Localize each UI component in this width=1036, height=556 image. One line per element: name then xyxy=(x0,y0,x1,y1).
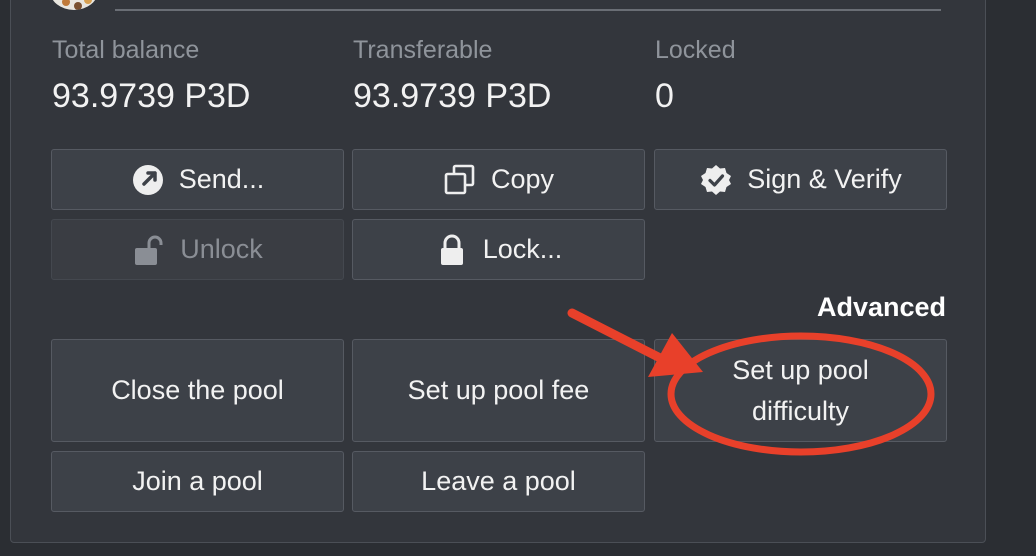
advanced-heading: Advanced xyxy=(816,292,946,322)
transferable-balance: Transferable 93.9739 P3D xyxy=(353,36,552,116)
locked-balance: Locked 0 xyxy=(655,36,736,116)
unlock-button[interactable]: Unlock xyxy=(51,219,344,280)
unlock-icon xyxy=(132,233,166,267)
lock-icon xyxy=(435,233,469,267)
pool-fee-label: Set up pool fee xyxy=(407,375,590,405)
pool-difficulty-button[interactable]: Set up pool difficulty xyxy=(654,339,947,442)
verified-badge-icon xyxy=(699,163,733,197)
total-balance: Total balance 93.9739 P3D xyxy=(52,36,251,116)
join-pool-label: Join a pool xyxy=(132,466,263,496)
total-balance-value: 93.9739 P3D xyxy=(52,77,251,115)
close-pool-label: Close the pool xyxy=(111,375,284,405)
send-button[interactable]: Send... xyxy=(51,149,344,210)
send-label: Send... xyxy=(178,164,265,194)
locked-label: Locked xyxy=(655,36,736,64)
leave-pool-button[interactable]: Leave a pool xyxy=(352,451,645,512)
transferable-label: Transferable xyxy=(353,36,493,64)
pool-difficulty-label: Set up pool difficulty xyxy=(732,354,869,426)
sign-verify-label: Sign & Verify xyxy=(747,164,902,194)
transferable-value: 93.9739 P3D xyxy=(353,77,552,115)
sign-verify-button[interactable]: Sign & Verify xyxy=(654,149,947,210)
copy-label: Copy xyxy=(490,164,555,194)
lock-label: Lock... xyxy=(482,234,563,264)
account-name-underline xyxy=(115,9,941,11)
lock-button[interactable]: Lock... xyxy=(352,219,645,280)
unlock-label: Unlock xyxy=(180,234,263,264)
close-pool-button[interactable]: Close the pool xyxy=(51,339,344,442)
leave-pool-label: Leave a pool xyxy=(421,466,576,496)
copy-icon xyxy=(443,163,477,197)
total-balance-label: Total balance xyxy=(52,36,200,64)
copy-button[interactable]: Copy xyxy=(352,149,645,210)
join-pool-button[interactable]: Join a pool xyxy=(51,451,344,512)
pool-fee-button[interactable]: Set up pool fee xyxy=(352,339,645,442)
send-icon xyxy=(131,163,165,197)
locked-value: 0 xyxy=(655,77,674,115)
